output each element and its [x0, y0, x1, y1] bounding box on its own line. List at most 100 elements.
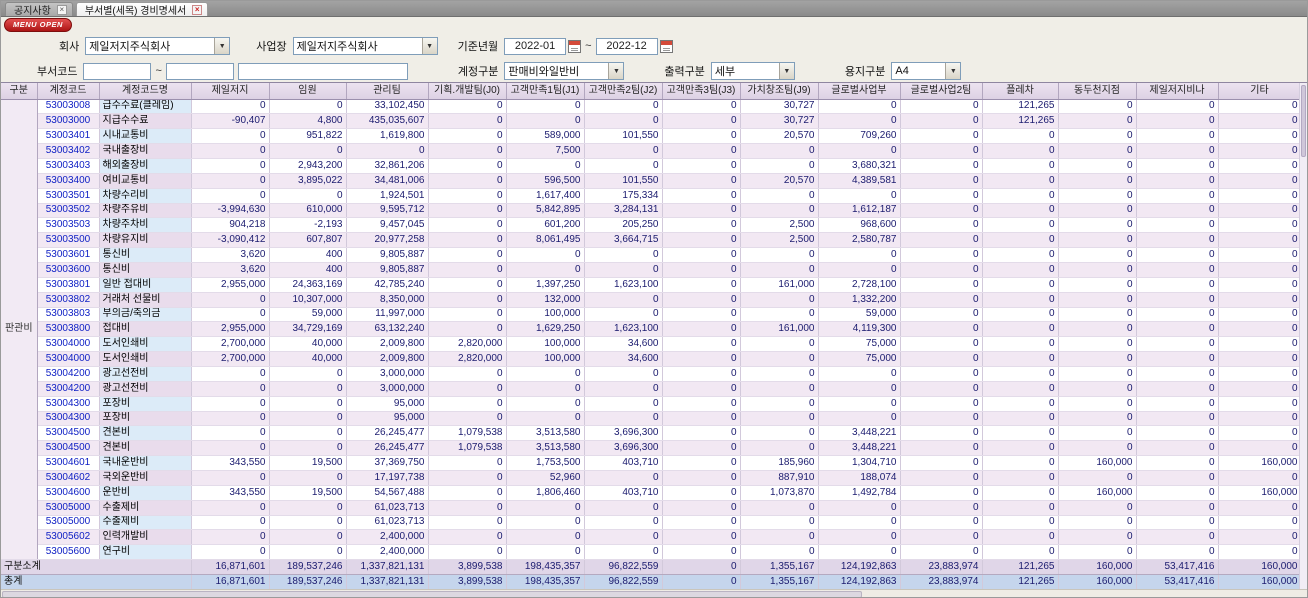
account-type-select[interactable]: 판매비와일반비 ▼ [504, 62, 625, 80]
table-row[interactable]: 53003500 차량유지비 -3,090,412 607,807 20,977,258… [1, 232, 1302, 249]
column-header[interactable]: 고객만족3팀(J3) [662, 83, 741, 100]
amount-cell: 0 [662, 500, 741, 516]
amount-cell: 3,696,300 [584, 425, 663, 442]
amount-cell: 1,073,870 [740, 485, 819, 501]
chevron-down-icon: ▼ [945, 63, 961, 79]
column-header[interactable]: 구분 [1, 83, 38, 100]
column-header[interactable]: 글로벌사업부 [818, 83, 901, 100]
table-row[interactable]: 53004300 포장비 0 0 95,000 0 0 0 0 0 0 0 0 0 0 0 [1, 411, 1302, 427]
close-icon[interactable]: × [192, 4, 203, 15]
calendar-icon[interactable] [568, 39, 582, 53]
table-row[interactable]: 53003600 통신비 3,620 400 9,805,887 0 0 0 0 0 0 0 0 0 0 0 [1, 262, 1302, 278]
table-row[interactable]: 53003803 부의금/축의금 0 59,000 11,997,000 0 100,000… [1, 307, 1302, 323]
dept-code-from-input[interactable] [83, 62, 152, 80]
amount-cell: 7,500 [506, 143, 585, 159]
company-select[interactable]: 제일저지주식회사 ▼ [85, 37, 231, 55]
amount-cell: 0 [584, 143, 663, 159]
tab-expense-report[interactable]: 부서별(세목) 경비명세서 × [75, 2, 209, 17]
table-row[interactable]: 53003601 통신비 3,620 400 9,805,887 0 0 0 0 0 0 0 0 0 0 0 [1, 247, 1302, 263]
amount-cell: 0 [662, 544, 741, 561]
amount-cell: 96,822,559 [584, 559, 663, 575]
amount-cell: 0 [900, 188, 983, 204]
table-row[interactable]: 53004602 국외운반비 0 0 17,197,738 0 52,960 0 0 887,91… [1, 470, 1302, 486]
scrollbar-thumb[interactable] [1301, 85, 1306, 157]
amount-cell: 0 [428, 321, 507, 338]
table-row[interactable]: 53003800 접대비 2,955,000 34,729,169 63,132,240… [1, 321, 1302, 338]
amount-cell: 0 [269, 366, 347, 382]
menu-open-button[interactable]: MENU OPEN [4, 17, 72, 32]
amount-cell: 11,997,000 [346, 307, 429, 323]
amount-cell: 0 [982, 455, 1059, 471]
table-row[interactable]: 53005000 수출제비 0 0 61,023,713 0 0 0 0 0 0 0 0 0 0 0 [1, 515, 1302, 531]
period-from-input[interactable] [504, 37, 567, 55]
table-row[interactable]: 53005602 인력개발비 0 0 2,400,000 0 0 0 0 0 0 0 0 0 0 0 [1, 529, 1302, 546]
filter-panel: 회사 제일저지주식회사 ▼ 사업장 제일저지주식회사 ▼ 기준년월 ~ 부서코드… [1, 32, 1307, 82]
column-header[interactable]: 플레차 [982, 83, 1059, 100]
amount-cell: 0 [1136, 203, 1219, 219]
column-header[interactable]: 기획.개발팀(J0) [428, 83, 507, 100]
amount-cell: 0 [900, 470, 983, 486]
amount-cell: 0 [662, 396, 741, 412]
period-to-input[interactable] [595, 37, 658, 55]
table-row[interactable]: 53004200 광고선전비 0 0 3,000,000 0 0 0 0 0 0 0 0 0 0 0 [1, 366, 1302, 382]
column-header[interactable]: 계정코드명 [99, 83, 192, 100]
table-row[interactable]: 판관비 53003008 급수수료(클레임) 0 0 33,102,450 0 0 0 0 30,7… [1, 99, 1302, 561]
column-header[interactable]: 제일저지 [191, 83, 270, 100]
column-header[interactable]: 고객만족1팀(J1) [506, 83, 585, 100]
paper-type-select[interactable]: A4 ▼ [891, 62, 962, 80]
table-row[interactable]: 53004600 운반비 343,550 19,500 54,567,488 0 1,806… [1, 485, 1302, 501]
table-row[interactable]: 53003801 일반 접대비 2,955,000 24,363,169 42,785,… [1, 277, 1302, 293]
scrollbar-thumb[interactable] [2, 591, 862, 597]
table-row[interactable]: 53003402 국내출장비 0 0 0 0 7,500 0 0 0 0 0 0 0 0 0 [1, 143, 1302, 159]
dept-name-input[interactable] [237, 62, 408, 80]
table-row[interactable]: 53003403 해외출장비 0 2,943,200 32,861,206 0 0 0 0 0 3,… [1, 158, 1302, 174]
calendar-icon[interactable] [659, 39, 673, 53]
amount-cell: 1,355,167 [740, 559, 819, 575]
table-row[interactable]: 53004000 도서인쇄비 2,700,000 40,000 2,009,800 2,8… [1, 336, 1302, 353]
amount-cell: 0 [1058, 396, 1137, 412]
table-row[interactable]: 53004200 광고선전비 0 0 3,000,000 0 0 0 0 0 0 0 0 0 0 0 [1, 381, 1302, 397]
table-row[interactable]: 53004500 견본비 0 0 26,245,477 1,079,538 3,513,58… [1, 440, 1302, 457]
table-row[interactable]: 53005000 수출제비 0 0 61,023,713 0 0 0 0 0 0 0 0 0 0 0 [1, 500, 1302, 516]
column-header[interactable]: 계정코드 [37, 83, 100, 100]
table-row[interactable]: 53003802 거래처 선물비 0 10,307,000 8,350,000 0 132,… [1, 292, 1302, 308]
tab-notice[interactable]: 공지사항 × [5, 2, 73, 17]
table-row[interactable]: 53004601 국내운반비 343,550 19,500 37,369,750 0 1,7… [1, 455, 1302, 471]
column-header[interactable]: 기타 [1218, 83, 1302, 100]
account-code-cell: 53003401 [37, 128, 100, 145]
amount-cell: 0 [818, 411, 901, 427]
vertical-scrollbar[interactable] [1299, 83, 1307, 589]
amount-cell: 0 [1136, 262, 1219, 278]
amount-cell: 2,500 [740, 232, 819, 249]
amount-cell: 0 [982, 396, 1059, 412]
table-row[interactable]: 53003401 시내교통비 0 951,822 1,619,800 0 589,000 10… [1, 128, 1302, 145]
column-header[interactable]: 동두천지점 [1058, 83, 1137, 100]
column-header[interactable]: 관리팀 [346, 83, 429, 100]
amount-cell: 0 [269, 188, 347, 204]
column-header[interactable]: 제일저지비나 [1136, 83, 1219, 100]
column-header[interactable]: 가치창조팀(J9) [740, 83, 819, 100]
workplace-select[interactable]: 제일저지주식회사 ▼ [292, 37, 438, 55]
output-type-select[interactable]: 세부 ▼ [710, 62, 795, 80]
amount-cell: 0 [506, 262, 585, 278]
table-row[interactable]: 53003503 차량주차비 904,218 -2,193 9,457,045 0 601,… [1, 217, 1302, 234]
column-header[interactable]: 고객만족2팀(J2) [584, 83, 663, 100]
amount-cell: 0 [506, 381, 585, 397]
table-row[interactable]: 53005600 연구비 0 0 2,400,000 0 0 0 0 0 0 0 0 0 0 0 [1, 544, 1302, 561]
close-icon[interactable]: × [56, 4, 67, 15]
table-row[interactable]: 53003400 여비교통비 0 3,895,022 34,481,006 0 596,50… [1, 173, 1302, 189]
table-row[interactable]: 53003000 지급수수료 -90,407 4,800 435,035,607 0 0 0 0… [1, 113, 1302, 130]
dept-code-to-input[interactable] [165, 62, 234, 80]
output-type-value: 세부 [714, 66, 736, 78]
horizontal-scrollbar[interactable] [1, 589, 1307, 597]
table-row[interactable]: 53004300 포장비 0 0 95,000 0 0 0 0 0 0 0 0 0 0 0 [1, 396, 1302, 412]
table-row[interactable]: 53003502 차량주유비 -3,994,630 610,000 9,595,712 0… [1, 203, 1302, 219]
amount-cell: 0 [900, 307, 983, 323]
table-row[interactable]: 53004500 견본비 0 0 26,245,477 1,079,538 3,513,58… [1, 425, 1302, 442]
amount-cell: 0 [191, 529, 270, 546]
table-row[interactable]: 53004000 도서인쇄비 2,700,000 40,000 2,009,800 2,8… [1, 351, 1302, 367]
table-row[interactable]: 53003501 차량수리비 0 0 1,924,501 0 1,617,400 175,33… [1, 188, 1302, 204]
amount-cell: 0 [982, 307, 1059, 323]
column-header[interactable]: 임원 [269, 83, 347, 100]
column-header[interactable]: 글로벌사업2팀 [900, 83, 983, 100]
